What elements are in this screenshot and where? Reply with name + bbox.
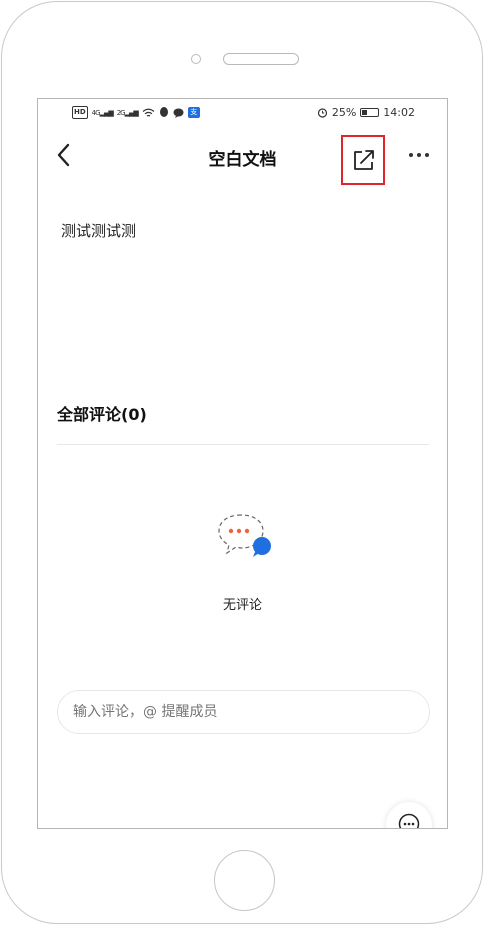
more-button[interactable] xyxy=(409,153,429,157)
signal-2g-icon: 2G▂▄▆ xyxy=(116,108,139,117)
hd-badge: HD xyxy=(72,106,88,119)
comments-divider xyxy=(57,444,429,445)
more-dot-icon xyxy=(425,153,429,157)
comment-input[interactable] xyxy=(57,690,430,734)
wifi-icon xyxy=(142,108,155,117)
status-left-icons: HD 4G▂▄▆ 2G▂▄▆ 支 xyxy=(72,106,200,119)
floating-comment-button[interactable] xyxy=(386,802,432,828)
status-bar: HD 4G▂▄▆ 2G▂▄▆ 支 25% 14:02 xyxy=(38,99,447,129)
home-button[interactable] xyxy=(214,850,275,911)
more-dot-icon xyxy=(417,153,421,157)
comment-empty-icon xyxy=(218,514,271,557)
phone-screen: HD 4G▂▄▆ 2G▂▄▆ 支 25% 14:02 空白文档 测试测试测 全部… xyxy=(37,98,448,829)
nav-bar: 空白文档 xyxy=(38,129,447,187)
clock-time: 14:02 xyxy=(383,106,415,119)
more-dot-icon xyxy=(409,153,413,157)
battery-icon xyxy=(360,108,380,117)
alarm-icon xyxy=(317,108,327,118)
app-notification-icon: 支 xyxy=(187,107,200,118)
page-title: 空白文档 xyxy=(208,150,277,170)
share-button[interactable] xyxy=(341,135,385,185)
comment-float-icon xyxy=(398,813,420,828)
document-body-text[interactable]: 测试测试测 xyxy=(61,220,136,241)
share-external-icon xyxy=(354,150,374,170)
battery-percent: 25% xyxy=(331,106,357,119)
front-camera xyxy=(191,54,201,64)
qq-icon xyxy=(159,107,168,117)
signal-4g-icon: 4G▂▄▆ xyxy=(91,108,114,117)
earpiece-speaker xyxy=(223,53,299,65)
comments-header: 全部评论(0) xyxy=(57,405,147,424)
empty-comments-text: 无评论 xyxy=(222,598,262,613)
status-right-icons: 25% 14:02 xyxy=(317,106,415,119)
chat-bubble-icon xyxy=(173,108,184,118)
